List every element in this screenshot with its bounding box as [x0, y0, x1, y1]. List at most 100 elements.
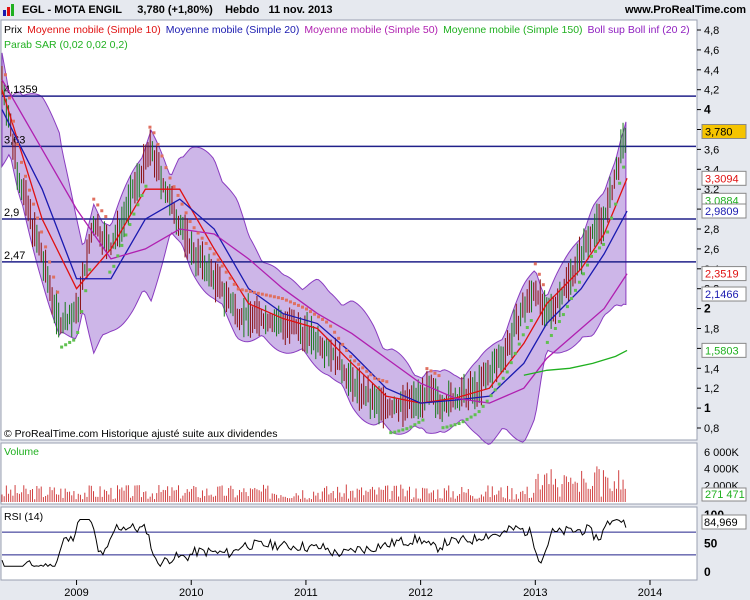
sar-dot: [357, 362, 361, 366]
sar-dot: [212, 252, 216, 256]
sar-dot: [300, 305, 304, 309]
sar-dot: [602, 242, 606, 246]
sar-dot: [144, 184, 148, 188]
sar-dot: [76, 330, 80, 334]
sar-dot: [573, 288, 577, 292]
sar-dot: [108, 270, 112, 274]
sar-dot: [3, 73, 7, 77]
legend-entry-5: Boll sup Boll inf (20 2): [588, 24, 690, 36]
price-tick-label: 2,8: [704, 224, 719, 236]
sar-dot: [598, 246, 602, 250]
price-tick-label: 1,8: [704, 324, 719, 336]
sar-dot: [192, 226, 196, 230]
sar-dot: [505, 370, 509, 374]
sar-dot: [565, 305, 569, 309]
sar-dot: [317, 315, 321, 319]
sar-dot: [152, 131, 156, 135]
rsi-tag: 84,969: [704, 517, 738, 529]
sar-dot: [425, 367, 429, 371]
sar-dot: [124, 233, 128, 237]
sar-dot: [44, 245, 48, 249]
sar-dot: [361, 366, 365, 370]
price-tick-label: 1,2: [704, 383, 719, 395]
sar-dot: [196, 231, 200, 235]
sar-dot: [509, 361, 513, 365]
stock-chart: 4,13593,632,92,47 4,84,64,44,243,83,63,4…: [0, 19, 747, 599]
sar-dot: [80, 310, 84, 314]
sar-dot: [15, 142, 19, 146]
sar-dot: [421, 418, 425, 422]
sar-dot: [606, 230, 610, 234]
sar-dot: [64, 343, 68, 347]
sar-dot: [288, 300, 292, 304]
sar-dot: [236, 287, 240, 291]
sar-dot: [585, 263, 589, 267]
sar-dot: [116, 254, 120, 258]
sar-dot: [19, 160, 23, 164]
price-tick-label: 1: [704, 401, 711, 415]
sar-dot: [36, 216, 40, 220]
sar-dot: [296, 303, 300, 307]
sar-dot: [128, 223, 132, 227]
sar-dot: [48, 260, 52, 264]
sar-dot: [7, 96, 11, 100]
price-tag-5: 2,1466: [705, 289, 739, 301]
sar-dot: [272, 295, 276, 299]
price-tick-label: 4,4: [704, 65, 719, 77]
rsi-panel: [0, 506, 698, 581]
sar-dot: [156, 142, 160, 146]
sar-dot: [417, 420, 421, 424]
legend-entry-3: Moyenne mobile (Simple 50): [304, 24, 438, 36]
sar-dot: [469, 415, 473, 419]
sar-dot: [84, 289, 88, 293]
sar-dot: [521, 333, 525, 337]
sar-dot: [168, 176, 172, 180]
sar-dot: [618, 181, 622, 185]
sar-dot: [445, 425, 449, 429]
sar-dot: [92, 197, 96, 201]
volume-tick-label: 6 000K: [704, 447, 740, 459]
sar-dot: [96, 203, 100, 207]
sar-dot: [112, 264, 116, 268]
price-tick-label: 4: [704, 103, 711, 117]
price-tag-3: 2,9809: [705, 206, 739, 218]
sar-dot: [40, 230, 44, 234]
sar-dot: [329, 324, 333, 328]
sar-dot: [252, 290, 256, 294]
sar-dot: [256, 291, 260, 295]
sar-dot: [409, 425, 413, 429]
sar-dot: [228, 276, 232, 280]
price-tag-6: 1,5803: [705, 345, 739, 357]
sar-dot: [489, 394, 493, 398]
sar-dot: [485, 399, 489, 403]
legend-entry-4: Moyenne mobile (Simple 150): [443, 24, 582, 36]
price-tick-label: 4,2: [704, 85, 719, 97]
sar-dot: [284, 298, 288, 302]
price-tick-label: 0,8: [704, 423, 719, 435]
sar-dot: [461, 420, 465, 424]
price-tick-label: 3,6: [704, 144, 719, 156]
sar-dot: [477, 410, 481, 414]
sar-dot: [349, 355, 353, 359]
sar-dot: [501, 376, 505, 380]
sar-dot: [28, 188, 32, 192]
sar-dot: [333, 330, 337, 334]
hline-label-2: 2,9: [4, 207, 19, 219]
x-tick-label: 2011: [294, 587, 318, 599]
sar-dot: [529, 319, 533, 323]
rsi-tick-label: 50: [704, 537, 718, 551]
sar-dot: [204, 241, 208, 245]
sar-dot: [441, 426, 445, 430]
sar-dot: [224, 270, 228, 274]
x-tick-label: 2013: [523, 587, 547, 599]
sar-dot: [369, 373, 373, 377]
sar-dot: [60, 345, 64, 349]
sar-dot: [465, 417, 469, 421]
volume-label: Volume: [4, 446, 39, 458]
sar-dot: [353, 359, 357, 363]
price-tick-label: 4,6: [704, 45, 719, 57]
sar-dot: [345, 349, 349, 353]
sar-dot: [389, 431, 393, 435]
sar-dot: [200, 236, 204, 240]
sar-dot: [393, 430, 397, 434]
